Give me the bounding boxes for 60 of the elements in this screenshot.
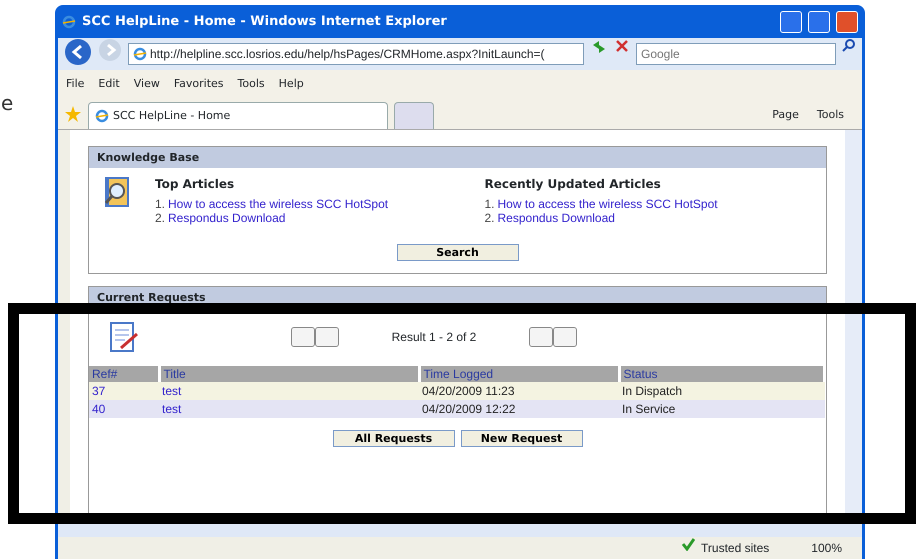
- last-page-button[interactable]: [553, 327, 577, 347]
- menu-item[interactable]: Favorites: [174, 76, 224, 92]
- window-title: SCC HelpLine - Home - Windows Internet Explorer: [82, 14, 448, 29]
- close-button[interactable]: [836, 10, 858, 32]
- table-cell: In Service: [619, 400, 824, 418]
- search-icon[interactable]: [842, 38, 856, 52]
- panel-title: Knowledge Base: [89, 147, 826, 168]
- menu-item[interactable]: Help: [278, 76, 304, 92]
- list-heading: Top Articles: [155, 177, 236, 191]
- article-link[interactable]: How to access the wireless SCC HotSpot: [498, 197, 718, 211]
- browser-tab[interactable]: SCC HelpLine - Home: [88, 102, 388, 129]
- next-page-button[interactable]: [529, 327, 553, 347]
- previous-page-button[interactable]: [315, 327, 339, 347]
- menu-item[interactable]: View: [134, 76, 160, 92]
- table-cell: 04/20/2009 12:22: [419, 400, 619, 418]
- menu-item[interactable]: Tools: [238, 76, 265, 92]
- table-cell: 04/20/2009 11:23: [419, 382, 619, 400]
- url-text: http://helpline.scc.losrios.edu/help/hsPages/CRMHome.aspx?InitLaunch=(: [150, 47, 545, 61]
- article-link[interactable]: How to access the wireless SCC HotSpot: [168, 197, 388, 211]
- horizontal-scrollbar[interactable]: [58, 523, 862, 537]
- list-number: 2.: [155, 211, 166, 225]
- stop-icon[interactable]: [614, 38, 630, 54]
- column-header[interactable]: Time Logged: [419, 366, 619, 382]
- zone-label: Trusted sites: [701, 541, 770, 555]
- list-number: 1.: [484, 197, 495, 211]
- result-count: Result 1 - 2 of 2: [390, 329, 478, 346]
- letter-fragment: e: [1, 90, 14, 117]
- list-heading: Recently Updated Articles: [484, 177, 662, 191]
- browser-logo-icon: [133, 47, 147, 61]
- browser-logo-icon: [95, 109, 109, 123]
- column-header[interactable]: Title: [159, 366, 419, 382]
- command-button[interactable]: Page: [772, 106, 799, 123]
- check-icon: [681, 537, 696, 551]
- address-field[interactable]: http://helpline.scc.losrios.edu/help/hsPages/CRMHome.aspx?InitLaunch=(: [128, 43, 584, 65]
- maximize-button[interactable]: [808, 10, 830, 32]
- back-button[interactable]: [64, 38, 92, 66]
- article-link[interactable]: Respondus Download: [498, 211, 615, 225]
- command-button[interactable]: Tools: [816, 106, 844, 123]
- column-header[interactable]: Ref#: [89, 366, 159, 382]
- minimize-button[interactable]: [780, 10, 802, 32]
- article-link[interactable]: Respondus Download: [168, 211, 286, 225]
- list-number: 2.: [484, 211, 495, 225]
- column-header[interactable]: Status: [619, 366, 824, 382]
- request-button[interactable]: All Requests: [332, 430, 454, 447]
- menu-item[interactable]: File: [66, 76, 84, 92]
- ref-link[interactable]: 37: [89, 382, 159, 400]
- document-pen-icon: [107, 320, 141, 354]
- request-button[interactable]: New Request: [460, 430, 582, 447]
- ref-link[interactable]: 40: [89, 400, 159, 418]
- title-link[interactable]: test: [159, 382, 419, 400]
- list-number: 1.: [155, 197, 166, 211]
- table-cell: In Dispatch: [619, 382, 824, 400]
- title-link[interactable]: test: [159, 400, 419, 418]
- search-field[interactable]: Google: [636, 43, 836, 65]
- star-icon[interactable]: [64, 104, 82, 122]
- zoom-level[interactable]: 100%: [811, 541, 842, 555]
- browser-logo-icon: [62, 14, 76, 28]
- menu-item[interactable]: Edit: [98, 76, 120, 92]
- search-button[interactable]: Search: [396, 244, 518, 261]
- first-page-button[interactable]: [291, 327, 315, 347]
